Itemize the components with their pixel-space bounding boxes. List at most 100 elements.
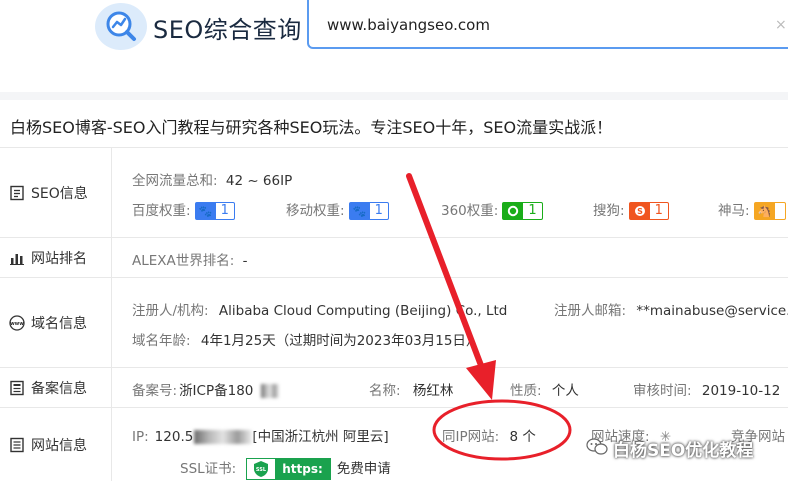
shenma-weight-badge[interactable]: 🐴 (753, 202, 786, 220)
clear-icon[interactable]: × (775, 17, 787, 33)
svg-text:S: S (637, 207, 643, 216)
logo-text[interactable]: SEO综合查询 (153, 10, 302, 45)
bar-chart-icon (9, 250, 25, 266)
email-field: 注册人邮箱: **mainabuse@service. (554, 299, 788, 319)
same-ip-field: 同IP网站: 8 个 (442, 425, 536, 445)
redacted-block (194, 430, 253, 444)
sogou-weight-badge[interactable]: S1 (628, 202, 669, 220)
icp-label-cell: 备案信息 (0, 368, 112, 407)
section-gap (0, 92, 788, 100)
search-input[interactable] (327, 14, 767, 36)
seo-info-row: SEO信息 全网流量总和: 42 ~ 66IP 百度权重: 🐾 1 移动权重: 🐾 1 … (0, 148, 788, 238)
shenma-weight: 神马: 🐴 (718, 199, 786, 220)
icp-type-field: 性质: 个人 (510, 379, 579, 399)
svg-text:www: www (10, 321, 24, 327)
icp-number-key: 备案号: (132, 383, 178, 399)
same-ip-key: 同IP网站: (442, 429, 500, 445)
icp-type-key: 性质: (510, 383, 542, 399)
mobile-weight-badge[interactable]: 🐾 1 (348, 202, 389, 220)
chart-search-icon (106, 11, 136, 41)
list-icon (9, 437, 25, 453)
site-title: 白杨SEO博客-SEO入门教程与研究各种SEO玩法。专注SEO十年，SEO流量实… (10, 118, 613, 137)
ip-key: IP: (132, 429, 149, 445)
icp-type-value: 个人 (551, 383, 579, 399)
ip-location: [中国浙江杭州 阿里云] (252, 429, 389, 445)
rank-label-cell: 网站排名 (0, 238, 112, 277)
mobile-weight-value: 1 (374, 203, 383, 218)
paw-icon: 🐾 (349, 203, 370, 219)
icp-name-value: 杨红林 (412, 383, 454, 399)
seo-info-label: SEO信息 (31, 185, 88, 202)
registrant-field: 注册人/机构: Alibaba Cloud Computing (Beijing… (132, 299, 507, 319)
icp-row: 备案信息 备案号: 浙ICP备180 名称: 杨红林 性质: 个人 审核时间: 2… (0, 368, 788, 408)
ip-field: IP: 120.5 [中国浙江杭州 阿里云] (132, 425, 389, 445)
svg-text:SSL: SSL (256, 467, 267, 473)
watermark: 白杨SEO优化教程 (586, 436, 753, 461)
email-key: 注册人邮箱: (554, 303, 627, 319)
search-box: × (307, 0, 788, 49)
redacted-block (261, 384, 280, 398)
site-title-row: 白杨SEO博客-SEO入门教程与研究各种SEO玩法。专注SEO十年，SEO流量实… (0, 100, 788, 148)
ssl-apply-link[interactable]: 免费申请 (337, 461, 391, 477)
baidu-weight-key: 百度权重: (132, 203, 191, 219)
alexa-key: ALEXA世界排名: (132, 253, 235, 269)
360-weight-badge[interactable]: 1 (502, 202, 543, 220)
logo[interactable] (95, 3, 147, 50)
domain-age-field: 域名年龄: 4年1月25天（过期时间为2023年03月15日） (132, 329, 479, 349)
alexa-field: ALEXA世界排名: - (132, 249, 248, 269)
360-weight-key: 360权重: (441, 203, 499, 219)
domain-label: 域名信息 (31, 315, 87, 332)
header: SEO综合查询 × (0, 0, 788, 92)
icp-label: 备案信息 (31, 380, 87, 397)
sogou-weight-key: 搜狗: (593, 203, 625, 219)
rank-row: 网站排名 ALEXA世界排名: - (0, 238, 788, 278)
ssl-badge[interactable]: SSL https: (246, 458, 331, 480)
baidu-weight: 百度权重: 🐾 1 (132, 199, 235, 220)
email-value: **mainabuse@service. (636, 303, 788, 319)
icp-name-field: 名称: 杨红林 (369, 379, 453, 399)
icp-review-value: 2019-10-12 (701, 383, 781, 399)
icp-number-field: 备案号: 浙ICP备180 (132, 379, 280, 399)
circle-icon (503, 203, 524, 219)
registrant-value: Alibaba Cloud Computing (Beijing) Co., L… (218, 303, 508, 319)
mobile-weight: 移动权重: 🐾 1 (286, 199, 389, 220)
document-icon (9, 185, 25, 201)
domain-age-value: 4年1月25天（过期时间为2023年03月15日） (200, 333, 480, 349)
mobile-weight-key: 移动权重: (286, 203, 345, 219)
domain-row: www 域名信息 注册人/机构: Alibaba Cloud Computing… (0, 278, 788, 368)
registrant-key: 注册人/机构: (132, 303, 209, 319)
ssl-key: SSL证书: (180, 461, 237, 477)
sogou-weight: 搜狗: S 1 (593, 199, 669, 220)
seo-info-label-cell: SEO信息 (0, 148, 112, 237)
traffic-value[interactable]: 42 ~ 66IP (226, 173, 292, 189)
domain-label-cell: www 域名信息 (0, 278, 112, 367)
record-icon (9, 380, 25, 396)
www-icon: www (9, 314, 25, 331)
traffic-field: 全网流量总和: 42 ~ 66IP (132, 169, 292, 189)
domain-age-key: 域名年龄: (132, 333, 191, 349)
360-weight-value: 1 (528, 203, 537, 218)
sogou-weight-value: 1 (654, 203, 663, 218)
alexa-value: - (242, 253, 248, 269)
wechat-icon (586, 437, 608, 460)
same-ip-value[interactable]: 8 个 (509, 429, 535, 445)
icp-number-value[interactable]: 浙ICP备180 (179, 383, 253, 399)
shenma-weight-key: 神马: (718, 203, 750, 219)
paw-icon: 🐾 (195, 203, 216, 219)
360-weight: 360权重: 1 (441, 199, 543, 220)
icp-name-key: 名称: (369, 383, 401, 399)
icp-review-field: 审核时间: 2019-10-12 (633, 379, 780, 399)
baidu-weight-badge[interactable]: 🐾 1 (194, 202, 235, 220)
ssl-field: SSL证书: SSL https: 免费申请 (180, 457, 391, 480)
shield-icon: SSL (247, 459, 276, 479)
rank-label: 网站排名 (31, 250, 87, 267)
watermark-text: 白杨SEO优化教程 (613, 441, 754, 461)
site-info-label-cell: 网站信息 (0, 408, 112, 481)
ip-value[interactable]: 120.5 (155, 429, 194, 445)
site-info-label: 网站信息 (31, 437, 87, 454)
icp-review-key: 审核时间: (633, 383, 692, 399)
sogou-icon: S (629, 203, 650, 219)
ssl-https-label: https: (275, 459, 330, 479)
baidu-weight-value: 1 (220, 203, 229, 218)
shenma-icon: 🐴 (754, 203, 775, 219)
